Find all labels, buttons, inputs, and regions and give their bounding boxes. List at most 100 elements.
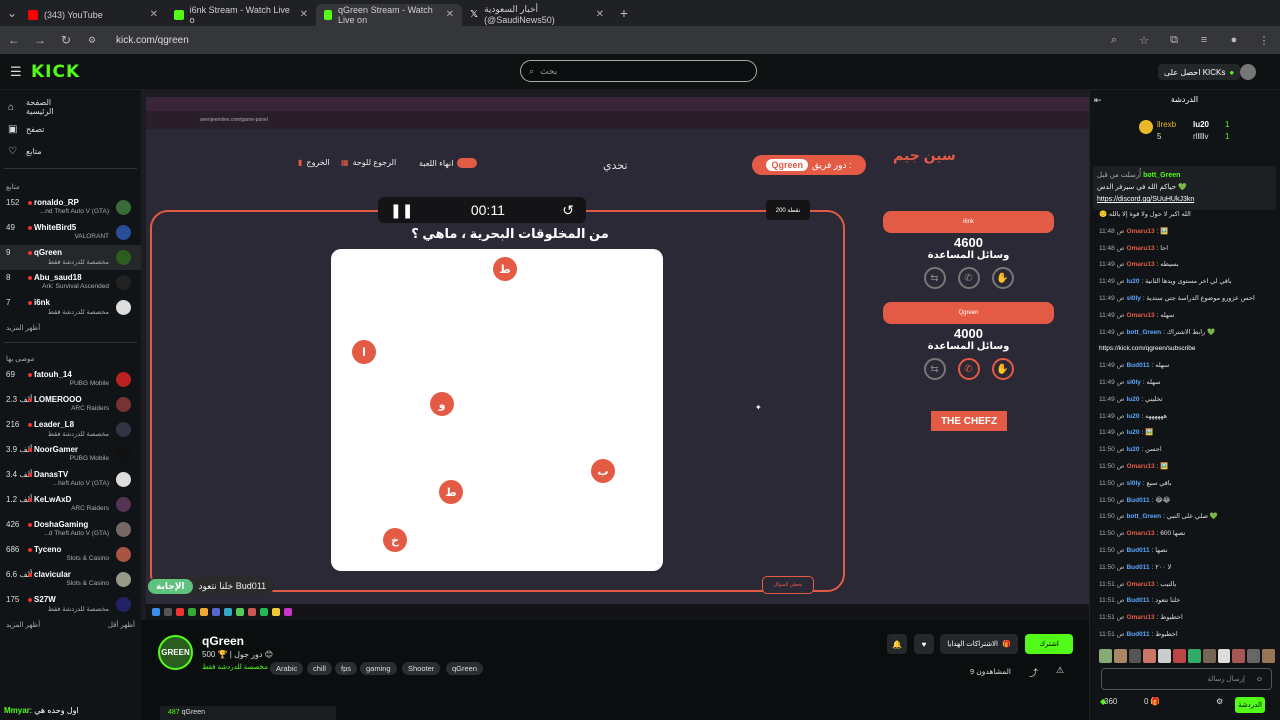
pinned-link[interactable]: https://discord.gg/SUuHUkJ3kn (1097, 194, 1272, 206)
chat-username[interactable]: lu20 (1126, 429, 1139, 436)
emote-icon[interactable] (1202, 649, 1216, 663)
chat-username[interactable]: Bud011 (1126, 597, 1149, 604)
chat-username[interactable]: Bud011 (1126, 547, 1149, 554)
emote-icon[interactable] (1217, 649, 1231, 663)
kick-logo[interactable]: KICK (31, 62, 80, 82)
show-more-following[interactable]: أظهر المزيد (0, 320, 141, 338)
tab-x[interactable]: 𝕏 أخبار السعودية (@SaudiNews50) ✕ (462, 4, 612, 26)
notification-button[interactable]: 🔔 (887, 634, 907, 654)
close-tab-icon[interactable]: ✕ (150, 9, 158, 20)
emote-icon[interactable] (1143, 649, 1157, 663)
chat-username[interactable]: sl0ly (1126, 295, 1140, 302)
get-kicks-button[interactable]: احصل على KICKs ● (1158, 64, 1241, 80)
emote-icon[interactable] (1113, 649, 1127, 663)
emote-icon[interactable] (1187, 649, 1201, 663)
menu-icon[interactable]: ⋮ (1254, 34, 1274, 47)
close-tab-icon[interactable]: ✕ (596, 9, 604, 20)
tag-arabic[interactable]: Arabic (270, 662, 304, 675)
bookmark-star-icon[interactable]: ☆ (1134, 34, 1154, 47)
channel-name[interactable]: qGreen (202, 634, 244, 648)
search-input[interactable]: ⌕ بحث (520, 60, 757, 82)
subscribe-button[interactable]: اشترك (1025, 634, 1073, 654)
emote-icon[interactable] (1099, 649, 1112, 663)
chat-username[interactable]: Omaru13 (1126, 581, 1154, 588)
chat-username[interactable]: Omaru13 (1126, 312, 1154, 319)
emote-icon[interactable] (1232, 649, 1246, 663)
sidebar-channel[interactable]: 7 i6nk مخصصة للدردشة فقط (0, 295, 141, 320)
chat-username[interactable]: Omaru13 (1126, 261, 1154, 268)
emote-icon[interactable] (1128, 649, 1142, 663)
chat-username[interactable]: Omaru13 (1126, 228, 1154, 235)
hamburger-icon[interactable]: ☰ (10, 64, 22, 80)
close-tab-icon[interactable]: ✕ (446, 9, 454, 20)
chat-username[interactable]: sl0ly (1126, 480, 1140, 487)
sidebar-channel[interactable]: 3.9 ألف NoorGamer PUBG Mobile (0, 442, 141, 467)
nav-following[interactable]: ♡ متابع (0, 140, 141, 162)
chat-username[interactable]: Bud011 (1126, 631, 1149, 638)
chat-username[interactable]: Bud011 (1126, 362, 1149, 369)
sidebar-channel[interactable]: 175 S27W مخصصة للدردشة فقط (0, 592, 141, 617)
chat-username[interactable]: lu20 (1126, 396, 1139, 403)
nav-browse[interactable]: ▣ تصفح (0, 118, 141, 140)
url-field[interactable]: kick.com/qgreen (116, 35, 1094, 46)
sidebar-channel[interactable]: 2.3 ألف LOMEROOO ARC Raiders (0, 392, 141, 417)
emoji-icon[interactable]: ☺ (1256, 676, 1263, 683)
chat-send-button[interactable]: الدردشة (1235, 697, 1265, 713)
sidebar-channel[interactable]: 1.2 ألف KeLwAxD ARC Raiders (0, 492, 141, 517)
sidebar-channel[interactable]: 686 Tyceno Slots & Casino (0, 542, 141, 567)
chat-username[interactable]: sl0ly (1126, 379, 1140, 386)
back-icon[interactable]: ← (6, 33, 22, 47)
sidebar-channel[interactable]: 9 qGreen مخصصة للدردشة فقط (0, 245, 141, 270)
media-icon[interactable]: ≡ (1194, 34, 1214, 46)
emote-icon[interactable] (1173, 649, 1186, 663)
tag-chill[interactable]: chill (307, 662, 332, 675)
sidebar-channel[interactable]: 216 Leader_L8 مخصصة للدردشة فقط (0, 417, 141, 442)
sidebar-channel[interactable]: 6.6 ألف clavicular Slots & Casino (0, 567, 141, 592)
sidebar-channel[interactable]: 69 fatouh_14 PUBG Mobile (0, 367, 141, 392)
tag-qgreen[interactable]: qGreen (446, 662, 484, 675)
emote-icon[interactable] (1158, 649, 1172, 663)
show-more-recommended[interactable]: أظهر المزيد (6, 621, 40, 631)
sidebar-channel[interactable]: 3.4 ألف DanasTV ...heft Auto V (GTA) (0, 467, 141, 492)
chat-username[interactable]: Omaru13 (1126, 530, 1154, 537)
tab-list-icon[interactable]: ⌄ (4, 6, 20, 20)
channel-avatar[interactable]: GREEN (158, 635, 193, 670)
emote-icon[interactable] (1247, 649, 1261, 663)
gift-subs-button[interactable]: الاشتراكات الهدايا 🎁 (940, 634, 1018, 654)
profile-icon[interactable]: ● (1224, 34, 1244, 46)
chat-username[interactable]: bott_Green (1126, 513, 1161, 520)
emote-icon[interactable] (1262, 649, 1275, 663)
sidebar-channel[interactable]: 152 ronaldo_RP ...nd Theft Auto V (GTA) (0, 195, 141, 220)
tab-youtube[interactable]: (343) YouTube ✕ (20, 4, 166, 26)
chat-username[interactable]: bott_Green (1126, 329, 1161, 336)
extensions-icon[interactable]: ⧉ (1164, 34, 1184, 47)
chat-username[interactable]: Bud011 (1126, 497, 1149, 504)
show-less-recommended[interactable]: أظهر أقل (108, 621, 135, 631)
chat-username[interactable]: Bud011 (1126, 564, 1149, 571)
follow-heart-button[interactable]: ♥ (914, 634, 934, 654)
tag-fps[interactable]: fps (335, 662, 358, 675)
chat-username[interactable]: Omaru13 (1126, 245, 1154, 252)
tag-gaming[interactable]: gaming (360, 662, 397, 675)
user-avatar[interactable] (1240, 64, 1256, 80)
sidebar-channel[interactable]: 8 Abu_saud18 Ark: Survival Ascended (0, 270, 141, 295)
tab-qgreen[interactable]: qGreen Stream - Watch Live on ✕ (316, 3, 462, 26)
site-info-icon[interactable]: ⚙ (84, 35, 100, 46)
tab-i6nk[interactable]: i6nk Stream - Watch Live o ✕ (166, 4, 316, 26)
chat-username[interactable]: lu20 (1126, 413, 1139, 420)
chat-username[interactable]: Omaru13 (1126, 463, 1154, 470)
chat-username[interactable]: Omaru13 (1126, 614, 1154, 621)
channel-category[interactable]: مخصصة للدردشة فقط (202, 663, 268, 671)
reload-icon[interactable]: ↻ (58, 33, 74, 47)
share-icon[interactable]: ⤴ (1029, 666, 1038, 679)
new-tab-button[interactable]: + (616, 5, 632, 21)
sidebar-channel[interactable]: 426 DoshaGaming ...d Theft Auto V (GTA) (0, 517, 141, 542)
chat-username[interactable]: lu20 (1126, 278, 1139, 285)
settings-icon[interactable]: ⚙ (1216, 697, 1223, 706)
close-tab-icon[interactable]: ✕ (300, 9, 308, 20)
nav-home[interactable]: ⌂ الصفحة الرئيسية (0, 96, 141, 118)
report-icon[interactable]: ⚠ (1056, 665, 1064, 676)
chat-input[interactable]: إرسال رسالة ☺ (1101, 668, 1272, 690)
chat-username[interactable]: lu20 (1126, 446, 1139, 453)
tag-shooter[interactable]: Shooter (402, 662, 441, 675)
